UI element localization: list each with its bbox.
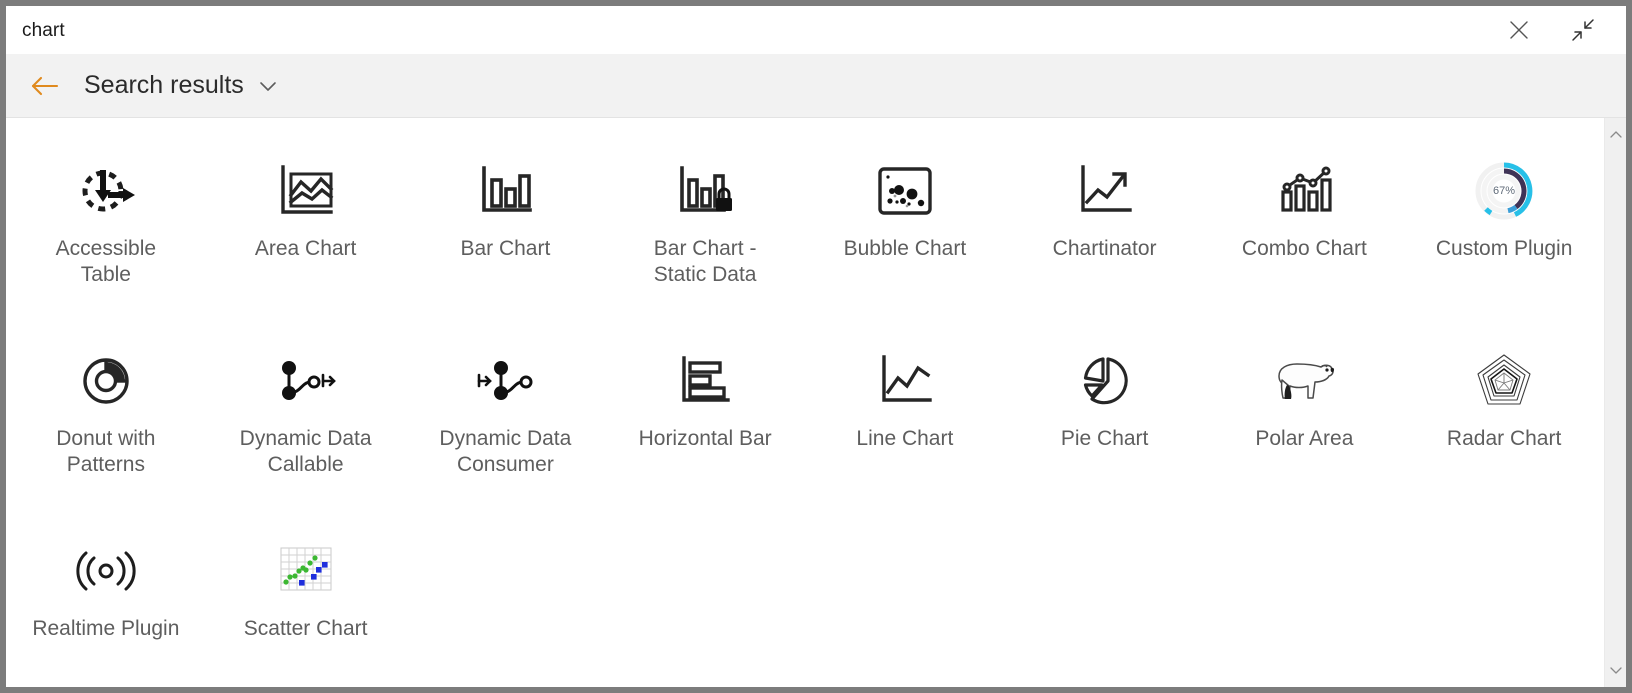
result-item-label: Bar Chart - Static Data [653, 237, 757, 286]
search-input[interactable]: chart [20, 21, 1502, 40]
page-title: Search results [84, 71, 244, 99]
result-item-label: Chartinator [1052, 237, 1157, 260]
results-subheader: Search results [6, 54, 1626, 118]
result-item-label: Dynamic Data Callable [239, 427, 372, 476]
dynamic-data-callable-icon [267, 342, 345, 420]
window-controls [1502, 13, 1612, 47]
results-body: Accessible Table Area Chart Bar Chart Ba… [6, 118, 1626, 687]
horizontal-bar-icon [666, 342, 744, 420]
result-item-bar-chart[interactable]: Bar Chart [406, 136, 606, 326]
radar-chart-icon [1465, 342, 1543, 420]
result-item-custom-plugin[interactable]: 67% Custom Plugin [1404, 136, 1604, 326]
gauge-donut-icon: 67% [1465, 152, 1543, 230]
result-item-label: Radar Chart [1446, 427, 1562, 450]
results-scroll-area: Accessible Table Area Chart Bar Chart Ba… [6, 118, 1604, 687]
vertical-scrollbar[interactable] [1604, 118, 1626, 687]
result-item-radar-chart[interactable]: Radar Chart [1404, 326, 1604, 516]
result-item-accessible-table[interactable]: Accessible Table [6, 136, 206, 326]
result-item-label: Area Chart [254, 237, 357, 260]
scroll-up-icon[interactable] [1605, 124, 1627, 146]
result-item-label: Combo Chart [1241, 237, 1367, 260]
result-item-label: Accessible Table [55, 237, 157, 286]
scroll-down-icon[interactable] [1605, 659, 1627, 681]
bar-chart-icon [466, 152, 544, 230]
result-item-label: Bar Chart [460, 237, 551, 260]
result-item-label: Scatter Chart [243, 617, 368, 640]
result-item-area-chart[interactable]: Area Chart [206, 136, 406, 326]
breadcrumb[interactable]: Search results [84, 73, 278, 98]
screenshot-root: chart Search results Accessible Table Ar… [0, 0, 1632, 693]
result-item-horizontal-bar[interactable]: Horizontal Bar [605, 326, 805, 516]
result-item-label: Dynamic Data Consumer [439, 427, 572, 476]
bubble-chart-icon [866, 152, 944, 230]
chartinator-icon [1066, 152, 1144, 230]
result-item-label: Realtime Plugin [32, 617, 180, 640]
result-item-polar-area[interactable]: Polar Area [1205, 326, 1405, 516]
result-item-chartinator[interactable]: Chartinator [1005, 136, 1205, 326]
result-item-label: Horizontal Bar [638, 427, 772, 450]
result-item-label: Donut with Patterns [56, 427, 156, 476]
scrollbar-track[interactable] [1604, 146, 1626, 659]
result-item-donut-with-patterns[interactable]: Donut with Patterns [6, 326, 206, 516]
broadcast-icon [67, 532, 145, 610]
accessible-table-icon [67, 152, 145, 230]
result-item-label: Custom Plugin [1435, 237, 1573, 260]
results-grid: Accessible Table Area Chart Bar Chart Ba… [6, 136, 1604, 687]
donut-icon [67, 342, 145, 420]
collapse-diagonal-icon[interactable] [1566, 13, 1600, 47]
result-item-scatter-chart[interactable]: Scatter Chart [206, 516, 406, 687]
bar-chart-lock-icon [666, 152, 744, 230]
dynamic-data-consumer-icon [466, 342, 544, 420]
back-button[interactable] [22, 64, 66, 108]
chevron-down-icon[interactable] [258, 79, 278, 93]
result-item-line-chart[interactable]: Line Chart [805, 326, 1005, 516]
area-chart-icon [267, 152, 345, 230]
scatter-chart-icon [267, 532, 345, 610]
result-item-label: Line Chart [856, 427, 954, 450]
result-item-pie-chart[interactable]: Pie Chart [1005, 326, 1205, 516]
result-item-bubble-chart[interactable]: Bubble Chart [805, 136, 1005, 326]
close-icon[interactable] [1502, 13, 1536, 47]
result-item-dynamic-data-callable[interactable]: Dynamic Data Callable [206, 326, 406, 516]
gauge-value-text: 67% [1493, 185, 1515, 197]
result-item-realtime-plugin[interactable]: Realtime Plugin [6, 516, 206, 687]
result-item-label: Bubble Chart [843, 237, 967, 260]
result-item-bar-chart-static-data[interactable]: Bar Chart - Static Data [605, 136, 805, 326]
result-item-dynamic-data-consumer[interactable]: Dynamic Data Consumer [406, 326, 606, 516]
result-item-label: Polar Area [1255, 427, 1354, 450]
result-item-label: Pie Chart [1060, 427, 1149, 450]
window-titlebar: chart [6, 6, 1626, 54]
result-item-combo-chart[interactable]: Combo Chart [1205, 136, 1405, 326]
polar-bear-icon [1265, 342, 1343, 420]
line-chart-icon [866, 342, 944, 420]
combo-chart-icon [1265, 152, 1343, 230]
pie-chart-icon [1066, 342, 1144, 420]
add-chart-window: chart Search results Accessible Table Ar… [6, 6, 1626, 687]
